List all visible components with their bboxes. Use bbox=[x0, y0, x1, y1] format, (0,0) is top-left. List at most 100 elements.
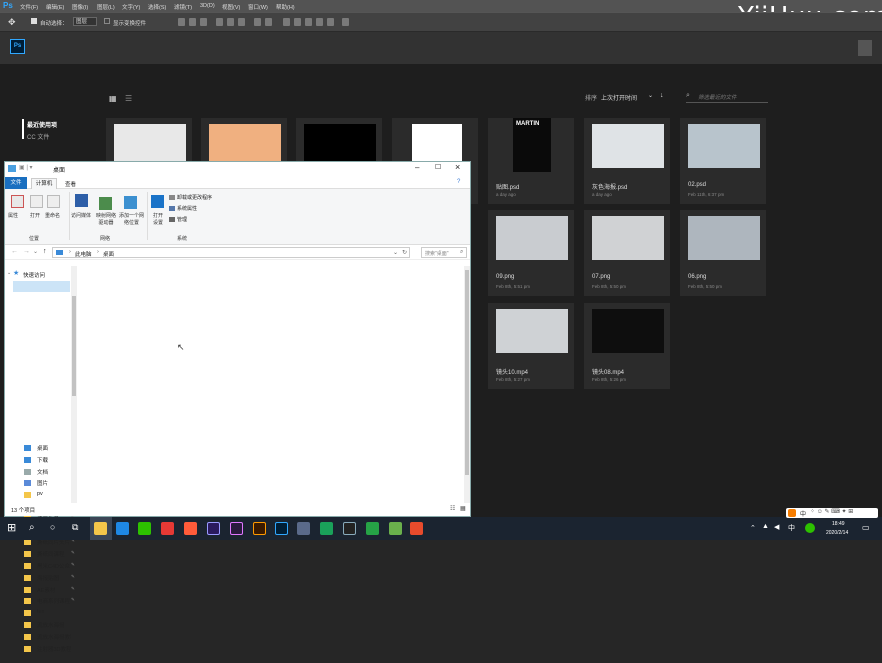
move-tool-icon[interactable]: ✥ bbox=[8, 17, 16, 28]
recent-file-card[interactable]: MARTIN 贴图.psd a day ago bbox=[488, 118, 574, 204]
wechat-tray-icon[interactable] bbox=[805, 523, 815, 533]
recent-nav-item[interactable]: 最近使用项 bbox=[27, 120, 57, 129]
app-icon[interactable] bbox=[389, 522, 402, 535]
photoshop-icon[interactable] bbox=[275, 522, 288, 535]
address-bar[interactable]: › 此电脑 › 桌面 ⌄ ↻ bbox=[52, 247, 410, 258]
clock-date[interactable]: 2020/2/14 bbox=[826, 530, 848, 536]
forward-arrow-icon[interactable]: → bbox=[23, 248, 30, 255]
file-explorer-icon[interactable] bbox=[94, 522, 107, 535]
settings-gear-icon[interactable] bbox=[151, 195, 164, 208]
grid-view-icon[interactable]: ▦ bbox=[109, 94, 117, 103]
breadcrumb-desktop[interactable]: 桌面 bbox=[103, 250, 114, 258]
menu-view[interactable]: 视图(V) bbox=[222, 3, 240, 11]
align-center-icon[interactable] bbox=[189, 18, 196, 26]
distribute-icon[interactable] bbox=[294, 18, 301, 26]
sort-direction-icon[interactable]: ↓ bbox=[660, 92, 664, 99]
nav-item[interactable]: 电商系列课程 bbox=[37, 597, 70, 605]
align-top-icon[interactable] bbox=[216, 18, 223, 26]
menu-edit[interactable]: 编辑(E) bbox=[46, 3, 64, 11]
menu-layer[interactable]: 图层(L) bbox=[97, 3, 115, 11]
access-media-button[interactable]: 访问媒体 bbox=[71, 212, 91, 219]
pin-icon[interactable]: ✎ bbox=[71, 574, 75, 580]
nav-item[interactable]: 黑米C4D公众 bbox=[37, 562, 70, 570]
access-media-icon[interactable] bbox=[75, 194, 88, 207]
menu-select[interactable]: 选择(S) bbox=[148, 3, 166, 11]
align-right-icon[interactable] bbox=[200, 18, 207, 26]
nav-item[interactable]: 文档 bbox=[37, 468, 48, 476]
sogou-icon[interactable] bbox=[788, 509, 796, 517]
tab-computer[interactable]: 计算机 bbox=[31, 178, 57, 189]
close-icon[interactable]: × bbox=[455, 162, 460, 172]
properties-icon[interactable] bbox=[11, 195, 24, 208]
nav-item[interactable]: 图片 bbox=[37, 479, 48, 487]
open-icon[interactable] bbox=[30, 195, 43, 208]
align-left-icon[interactable] bbox=[178, 18, 185, 26]
distribute-icon[interactable] bbox=[327, 18, 334, 26]
chevron-down-icon[interactable]: ⌄ bbox=[648, 92, 653, 99]
more-options-icon[interactable] bbox=[342, 18, 349, 26]
breadcrumb-this-pc[interactable]: 此电脑 bbox=[75, 250, 92, 258]
clock-time[interactable]: 18:49 bbox=[832, 521, 845, 527]
help-icon[interactable]: ? bbox=[457, 179, 460, 185]
tab-view[interactable]: 查看 bbox=[65, 180, 76, 188]
open-settings-button[interactable]: 打开设置 bbox=[151, 212, 165, 226]
scrollbar-thumb[interactable] bbox=[72, 296, 76, 396]
recent-file-card[interactable]: 09.png Feb 8th, 5:51 pm bbox=[488, 210, 574, 296]
distribute-icon[interactable] bbox=[254, 18, 261, 26]
after-effects-icon[interactable] bbox=[207, 522, 220, 535]
nav-item[interactable]: 流放水海报 bbox=[37, 621, 65, 629]
maximize-icon[interactable]: ☐ bbox=[435, 163, 441, 171]
app-icon[interactable] bbox=[343, 522, 356, 535]
premiere-icon[interactable] bbox=[230, 522, 243, 535]
map-drive-button[interactable]: 映射网络驱动器 bbox=[94, 212, 118, 226]
map-drive-icon[interactable] bbox=[99, 197, 112, 210]
menu-3d[interactable]: 3D(D) bbox=[200, 3, 215, 9]
nav-item[interactable]: 下载 bbox=[37, 456, 48, 464]
nav-item[interactable]: tex bbox=[37, 609, 44, 615]
nav-scrollbar[interactable] bbox=[71, 266, 77, 503]
nav-item[interactable]: pv bbox=[37, 491, 43, 497]
layer-select[interactable]: 图层 bbox=[73, 17, 97, 26]
menu-type[interactable]: 文字(Y) bbox=[122, 3, 140, 11]
distribute-icon[interactable] bbox=[265, 18, 272, 26]
nav-item[interactable]: 桌面 bbox=[37, 444, 48, 452]
recent-file-card[interactable]: 灰色海报.psd a day ago bbox=[584, 118, 670, 204]
pin-icon[interactable]: ✎ bbox=[71, 597, 75, 603]
recent-dropdown-icon[interactable]: ⌄ bbox=[33, 248, 38, 255]
distribute-icon[interactable] bbox=[316, 18, 323, 26]
app-icon[interactable] bbox=[116, 522, 129, 535]
app-icon[interactable] bbox=[410, 522, 423, 535]
content-scrollbar[interactable] bbox=[464, 266, 470, 503]
ime-tools-icon[interactable]: ⁘ ☺ ✎ ⌨ ✦ ⊞ bbox=[810, 508, 853, 515]
system-properties-button[interactable]: 系统属性 bbox=[177, 205, 197, 212]
align-bottom-icon[interactable] bbox=[238, 18, 245, 26]
nav-item[interactable]: 撕纸同课程 bbox=[37, 550, 65, 558]
scrollbar-thumb[interactable] bbox=[465, 270, 469, 475]
chevron-up-icon[interactable]: ⌃ bbox=[750, 524, 756, 532]
app-icon[interactable] bbox=[320, 522, 333, 535]
app-icon[interactable] bbox=[297, 522, 310, 535]
add-location-button[interactable]: 添加一个网络位置 bbox=[119, 212, 144, 226]
recent-file-card[interactable]: 07.png Feb 8th, 5:50 pm bbox=[584, 210, 670, 296]
menu-filter[interactable]: 滤镜(T) bbox=[174, 3, 192, 11]
pin-icon[interactable]: ✎ bbox=[71, 562, 75, 568]
quick-access-label[interactable]: 快速访问 bbox=[23, 271, 45, 279]
chevron-down-icon[interactable]: ⌄ bbox=[7, 270, 11, 276]
show-transform-checkbox[interactable] bbox=[104, 18, 110, 24]
details-view-icon[interactable]: ☷ bbox=[450, 505, 455, 512]
manage-button[interactable]: 管理 bbox=[177, 216, 187, 223]
recent-file-card[interactable]: 06.png Feb 8th, 5:50 pm bbox=[680, 210, 766, 296]
open-button[interactable]: 打开 bbox=[30, 212, 40, 219]
rename-button[interactable]: 重命名 bbox=[45, 212, 60, 219]
start-windows-icon[interactable]: ⊞ bbox=[7, 521, 16, 534]
sort-dropdown[interactable]: 上次打开时间 bbox=[601, 93, 637, 102]
quick-access-toolbar-icon[interactable]: ▣ | ▾ bbox=[19, 164, 33, 171]
app-icon[interactable] bbox=[184, 522, 197, 535]
pin-icon[interactable]: ✎ bbox=[71, 586, 75, 592]
app-icon[interactable] bbox=[366, 522, 379, 535]
cortana-icon[interactable]: ○ bbox=[50, 522, 55, 532]
task-view-icon[interactable]: ⧉ bbox=[72, 522, 78, 533]
user-avatar[interactable] bbox=[858, 40, 872, 56]
ime-indicator[interactable]: 中 bbox=[788, 523, 795, 533]
tab-file[interactable]: 文件 bbox=[5, 177, 27, 189]
